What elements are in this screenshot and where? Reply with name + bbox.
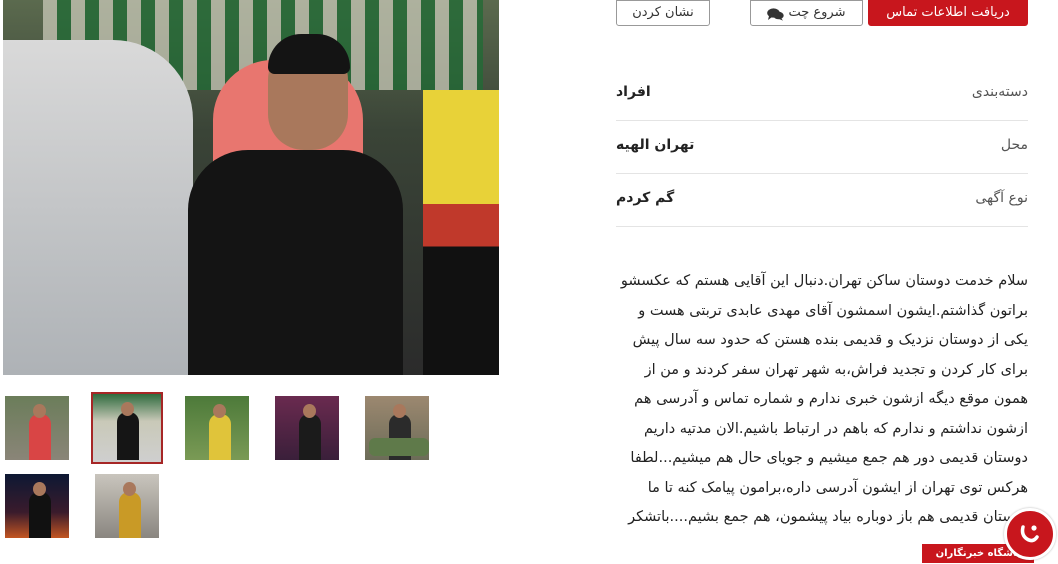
get-contact-info-label: دریافت اطلاعات تماس xyxy=(886,5,1010,20)
info-label: محل xyxy=(1000,137,1028,153)
info-row-ad-type: نوع آگهی گم کردم xyxy=(616,174,1028,227)
info-label: دسته‌بندی xyxy=(971,84,1028,100)
photo-crowd-right xyxy=(423,90,499,375)
site-logo-icon xyxy=(1004,508,1056,560)
start-chat-label: شروع چت xyxy=(788,5,846,20)
photo-crowd-left xyxy=(3,40,193,375)
info-value[interactable]: تهران الهیه xyxy=(616,137,694,153)
info-value: گم کردم xyxy=(616,190,675,206)
thumbnail-3[interactable] xyxy=(183,394,251,462)
thumbnail-7[interactable] xyxy=(93,472,161,540)
main-photo[interactable] xyxy=(3,0,499,375)
thumbnail-4[interactable] xyxy=(273,394,341,462)
thumbnail-1[interactable] xyxy=(3,394,71,462)
info-label: نوع آگهی xyxy=(975,190,1028,206)
info-row-category: دسته‌بندی افراد xyxy=(616,68,1028,121)
start-chat-button[interactable]: شروع چت xyxy=(750,0,863,26)
thumbnail-5[interactable] xyxy=(363,394,431,462)
site-badge: باشگاه خبرنگاران xyxy=(922,508,1058,564)
info-value[interactable]: افراد xyxy=(616,84,651,100)
info-row-location: محل تهران الهیه xyxy=(616,121,1028,174)
thumbnail-6[interactable] xyxy=(3,472,71,540)
bookmark-label: نشان کردن xyxy=(632,5,694,20)
ad-description: سلام خدمت دوستان ساکن تهران.دنبال این آق… xyxy=(620,273,1028,525)
chat-bubbles-icon xyxy=(767,6,785,21)
thumbnail-2-selected[interactable] xyxy=(91,392,163,464)
bookmark-button[interactable]: نشان کردن xyxy=(616,0,710,26)
photo-person-body xyxy=(188,150,403,375)
get-contact-info-button[interactable]: دریافت اطلاعات تماس xyxy=(868,0,1028,26)
